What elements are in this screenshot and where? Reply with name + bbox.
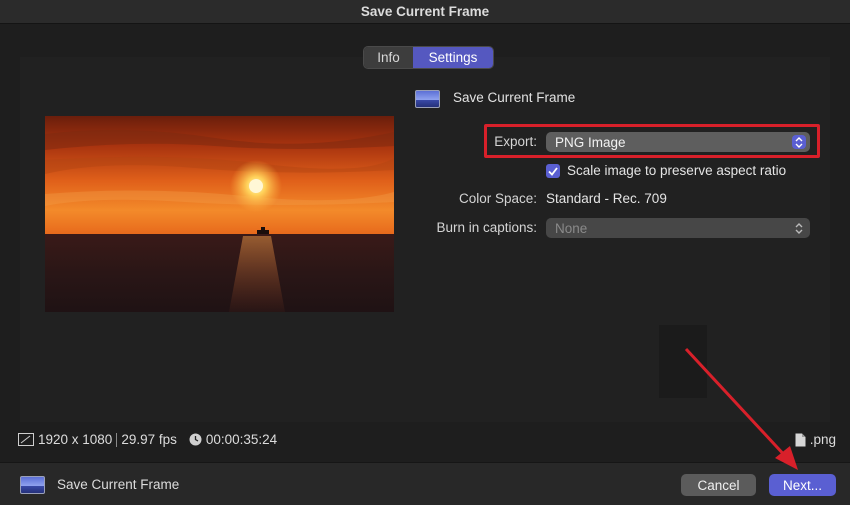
- burn-captions-popup[interactable]: None: [546, 218, 810, 238]
- footer-preset-title: Save Current Frame: [57, 477, 180, 492]
- color-space-label: Color Space:: [458, 191, 537, 206]
- tab-settings[interactable]: Settings: [413, 47, 493, 68]
- scale-checkbox[interactable]: [546, 164, 560, 178]
- footer-preset-icon: [20, 476, 45, 494]
- frame-rate-text: 29.97 fps: [121, 432, 177, 447]
- scale-checkbox-label[interactable]: Scale image to preserve aspect ratio: [567, 163, 786, 178]
- sunset-image: [45, 116, 394, 312]
- burn-captions-value: None: [555, 220, 588, 236]
- document-icon: [795, 433, 806, 446]
- divider: [116, 432, 118, 447]
- duration-text: 00:00:35:24: [205, 432, 278, 447]
- segmented-tabs: Info Settings: [363, 46, 494, 69]
- tab-info[interactable]: Info: [364, 47, 413, 68]
- frame-preview-image: [45, 116, 394, 312]
- frame-preset-icon: [415, 90, 440, 108]
- media-info-bar: 1920 x 1080 29.97 fps 00:00:35:24: [18, 432, 277, 447]
- window-title: Save Current Frame: [360, 4, 490, 19]
- chevron-updown-icon: [792, 221, 806, 235]
- clock-icon: [189, 433, 202, 446]
- title-bar: Save Current Frame: [0, 0, 850, 24]
- empty-placeholder: [659, 325, 707, 398]
- checkmark-icon: [548, 166, 558, 176]
- color-space-value: Standard - Rec. 709: [546, 191, 667, 206]
- file-extension: .png: [795, 432, 836, 447]
- preset-title: Save Current Frame: [453, 90, 576, 105]
- burn-captions-label: Burn in captions:: [436, 220, 537, 235]
- extension-text: .png: [809, 432, 836, 447]
- aspect-ratio-icon: [18, 433, 34, 446]
- annotation-highlight-box: [484, 124, 820, 158]
- cancel-button[interactable]: Cancel: [681, 474, 756, 496]
- next-button[interactable]: Next...: [769, 474, 836, 496]
- resolution-text: 1920 x 1080: [38, 432, 113, 447]
